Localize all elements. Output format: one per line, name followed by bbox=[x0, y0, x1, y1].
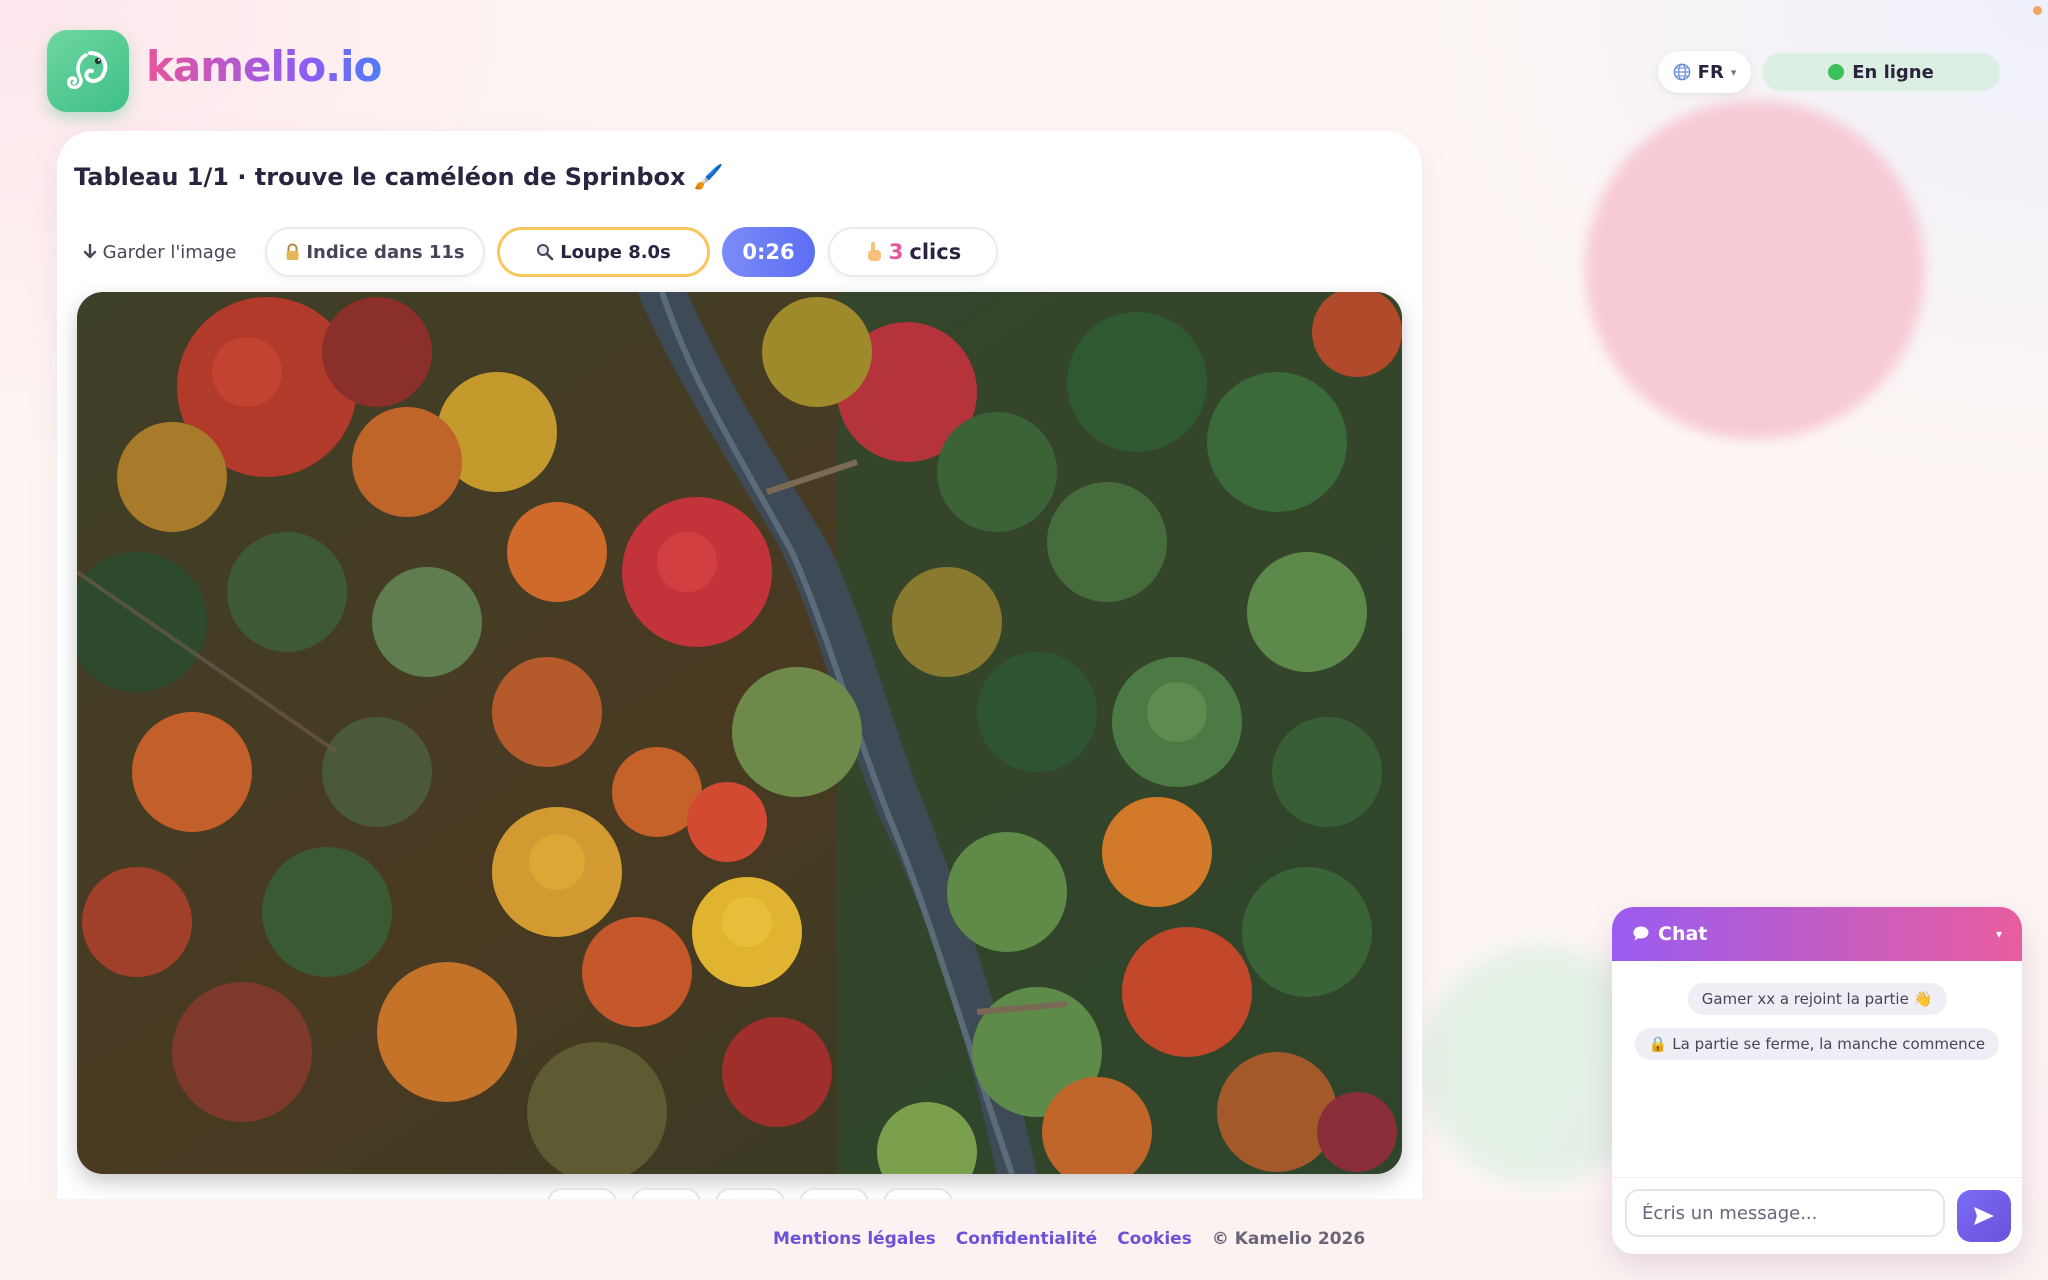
game-card: Tableau 1/1 · trouve le caméléon de Spri… bbox=[57, 131, 1422, 1200]
download-label: Garder l'image bbox=[102, 241, 237, 263]
cookies-link[interactable]: Cookies bbox=[1117, 1229, 1192, 1249]
chat-messages: Gamer xx a rejoint la partie 👋 🔒 La part… bbox=[1612, 961, 2022, 1081]
language-selector[interactable]: FR ▾ bbox=[1658, 51, 1751, 93]
page-title: Tableau 1/1 · trouve le caméléon de Spri… bbox=[74, 163, 724, 191]
chat-system-message: Gamer xx a rejoint la partie 👋 bbox=[1687, 983, 1947, 1015]
notification-dot bbox=[2033, 6, 2042, 15]
language-label: FR bbox=[1697, 61, 1724, 83]
chevron-down-icon: ▾ bbox=[1730, 65, 1737, 79]
send-button[interactable] bbox=[1957, 1190, 2011, 1242]
lock-icon bbox=[286, 243, 299, 260]
magnifier-icon bbox=[537, 244, 554, 261]
chat-panel: Chat ▾ Gamer xx a rejoint la partie 👋 🔒 … bbox=[1612, 907, 2022, 1254]
download-image-button[interactable]: Garder l'image bbox=[82, 227, 237, 277]
game-toolbar: Garder l'image Indice dans 11s Loupe 8.0… bbox=[57, 227, 1422, 277]
privacy-link[interactable]: Confidentialité bbox=[956, 1229, 1097, 1249]
online-dot-icon bbox=[1828, 64, 1845, 80]
status-label: En ligne bbox=[1852, 61, 1934, 83]
pointing-hand-icon bbox=[867, 242, 881, 261]
loupe-label: Loupe 8.0s bbox=[560, 241, 671, 263]
online-status-badge: En ligne bbox=[1762, 53, 2000, 91]
chat-compose bbox=[1612, 1177, 2022, 1254]
speech-bubble-icon bbox=[1633, 926, 1649, 941]
copyright-text: © Kamelio 2026 bbox=[1211, 1229, 1366, 1249]
hint-label: Indice dans 11s bbox=[306, 241, 465, 263]
chevron-down-icon[interactable]: ▾ bbox=[1996, 927, 2002, 941]
send-icon bbox=[1974, 1207, 1994, 1225]
clicks-label: clics bbox=[909, 240, 962, 264]
timer-value: 0:26 bbox=[742, 240, 795, 264]
clicks-counter: 3 clics bbox=[828, 227, 998, 277]
globe-icon bbox=[1673, 63, 1691, 81]
puzzle-image[interactable] bbox=[77, 292, 1402, 1174]
chameleon-logo-icon[interactable] bbox=[47, 30, 129, 112]
chat-system-message: 🔒 La partie se ferme, la manche commence bbox=[1634, 1028, 2000, 1060]
clicks-count: 3 bbox=[888, 240, 904, 264]
brand-name[interactable]: kamelio.io bbox=[146, 42, 382, 91]
legal-link[interactable]: Mentions légales bbox=[773, 1229, 936, 1249]
timer-badge: 0:26 bbox=[722, 227, 815, 277]
loupe-button[interactable]: Loupe 8.0s bbox=[497, 227, 710, 277]
chat-title: Chat bbox=[1658, 923, 1708, 945]
footer-links: Mentions légales Confidentialité Cookies… bbox=[773, 1229, 1365, 1249]
hint-button[interactable]: Indice dans 11s bbox=[265, 227, 485, 277]
arrow-down-icon bbox=[83, 244, 96, 259]
chat-header[interactable]: Chat ▾ bbox=[1612, 907, 2022, 961]
decor-blob-pink bbox=[1585, 100, 1925, 440]
chat-message-input[interactable] bbox=[1625, 1189, 1945, 1237]
